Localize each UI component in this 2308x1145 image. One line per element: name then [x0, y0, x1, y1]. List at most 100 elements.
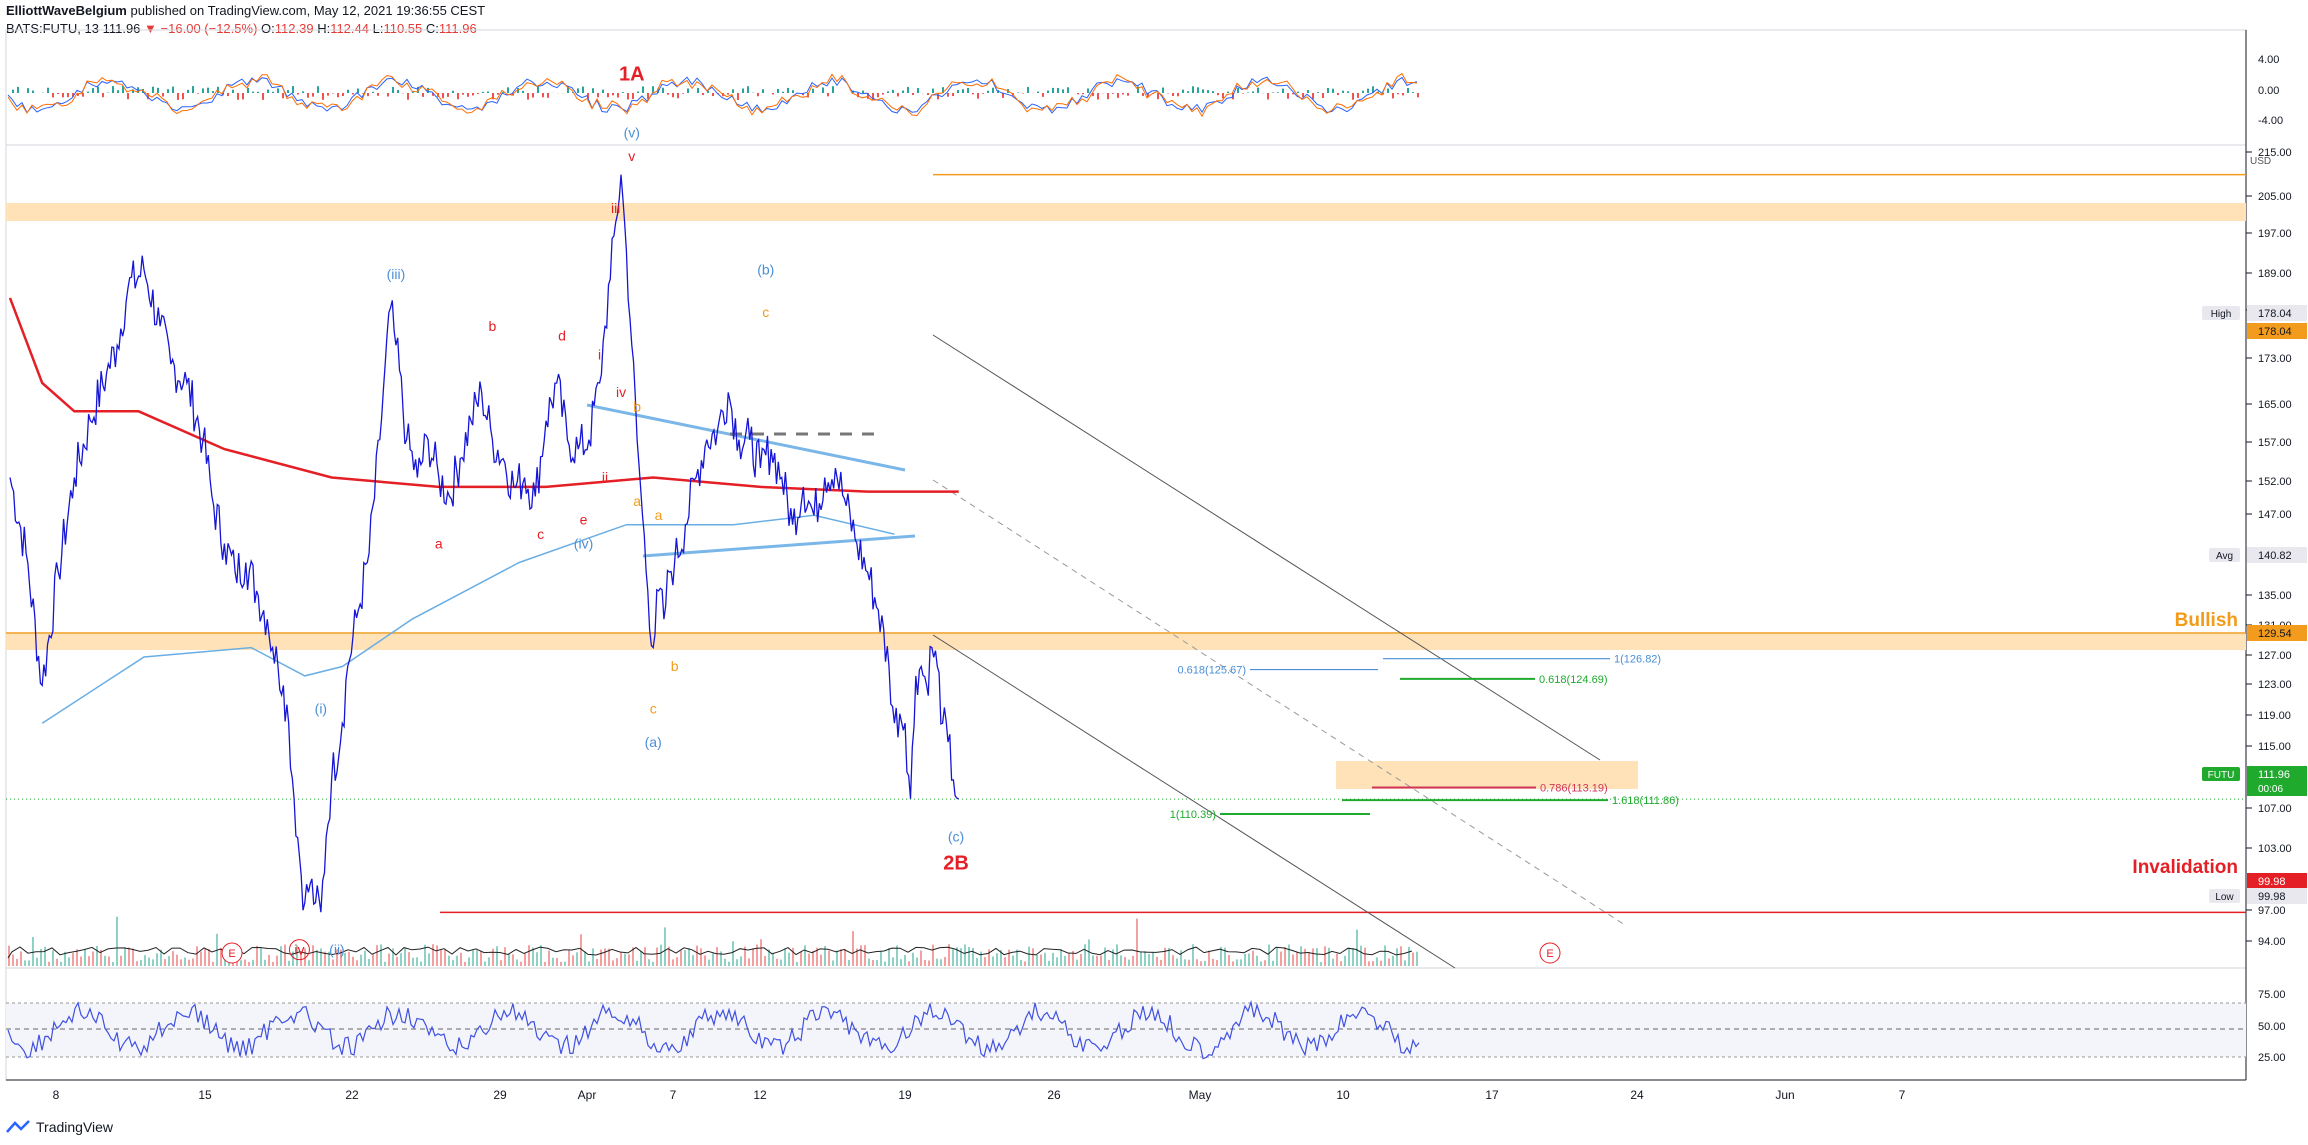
volume-bar: [684, 950, 686, 966]
macd-histogram-bar: [477, 93, 479, 94]
badge-label: Avg: [2216, 551, 2233, 562]
macd-histogram-bar: [1182, 89, 1184, 93]
trading-chart[interactable]: 1A(v)viiiiivii(iii)bdace(iv)(i)(ii)ivbaa…: [0, 0, 2308, 1145]
macd-histogram-bar: [1357, 93, 1359, 98]
volume-bar: [1108, 959, 1110, 966]
volume-bar: [520, 961, 522, 966]
volume-bar: [48, 961, 50, 966]
volume-bar: [888, 948, 890, 966]
bullish-zone: [6, 634, 2246, 650]
macd-histogram-bar: [1172, 93, 1174, 97]
volume-bar: [36, 957, 38, 966]
time-axis[interactable]: 8 15 22 29 Apr 7 12 19 26 May 10 17 24 Jun 7: [53, 1088, 1906, 1102]
volume-bar: [404, 948, 406, 966]
volume-bar: [432, 944, 434, 966]
macd-histogram-bar: [682, 93, 684, 94]
wave-label: iv: [616, 384, 626, 400]
volume-bar: [496, 946, 498, 966]
volume-bar: [656, 947, 658, 966]
volume-bar: [848, 959, 850, 966]
volume-bar: [1216, 960, 1218, 966]
volume-bar: [1144, 951, 1146, 966]
volume-bar: [44, 946, 46, 966]
volume-bar: [128, 947, 130, 966]
macd-histogram-bar: [207, 87, 209, 93]
y-tick-label: 94.00: [2258, 936, 2286, 948]
macd-histogram-bar: [777, 88, 779, 93]
macd-histogram-bar: [182, 93, 184, 100]
volume-bar: [952, 949, 954, 966]
event-markers: EE: [221, 942, 1561, 964]
macd-histogram-bar: [697, 87, 699, 93]
volume-bar: [680, 950, 682, 966]
macd-histogram-bar: [422, 93, 424, 97]
volume-bar: [996, 953, 998, 966]
wave-label: b: [671, 658, 679, 674]
volume-bar: [1056, 957, 1058, 966]
macd-histogram-bar: [1302, 93, 1304, 98]
triangle-upper-line[interactable]: [586, 403, 906, 472]
macd-histogram-bar: [112, 86, 114, 93]
volume-bar: [696, 945, 698, 966]
volume-bar: [1128, 959, 1130, 966]
tradingview-brand[interactable]: TradingView: [36, 1119, 113, 1135]
volume-bar: [528, 945, 530, 966]
macd-histogram-bar: [372, 91, 374, 93]
macd-histogram-bar: [272, 91, 274, 93]
volume-bar: [1268, 944, 1270, 966]
fib-levels: 1(200.46)1(126.82)0.618(125.67)0.618(124…: [1170, 654, 1679, 821]
volume-bar: [1248, 953, 1250, 966]
macd-histogram-bar: [247, 87, 249, 93]
volume-bar: [1352, 948, 1354, 966]
volume-bar: [740, 956, 742, 966]
volume-bar: [548, 950, 550, 966]
macd-histogram-bar: [902, 90, 904, 93]
volume-bar: [1416, 951, 1418, 966]
macd-histogram-bar: [1067, 87, 1069, 93]
badge-value: 178.04: [2258, 308, 2292, 320]
macd-histogram-bar: [277, 88, 279, 93]
badge-label: Low: [2215, 892, 2234, 903]
volume-bar: [588, 961, 590, 966]
macd-tick-label: -4.00: [2258, 115, 2283, 127]
volume-bar: [136, 961, 138, 966]
macd-histogram-bar: [987, 90, 989, 93]
volume-bar: [600, 949, 602, 966]
macd-histogram-bar: [832, 86, 834, 93]
volume-bar: [880, 951, 882, 966]
channel-upper-line[interactable]: [932, 334, 1601, 761]
volume-bar: [1280, 951, 1282, 966]
y-tick-label: 97.00: [2258, 905, 2286, 917]
macd-histogram-bar: [467, 93, 469, 97]
macd-histogram-bar: [742, 88, 744, 93]
volume-bar: [780, 959, 782, 966]
macd-histogram-bar: [227, 93, 229, 97]
volume-bar: [1264, 960, 1266, 966]
wave-label: a: [655, 507, 663, 523]
volume-bar: [1324, 946, 1326, 966]
channel-lower-line[interactable]: [932, 634, 1456, 969]
macd-histogram-bar: [1247, 92, 1249, 93]
trend-channel: [586, 334, 1626, 969]
volume-bar: [112, 961, 114, 966]
macd-histogram-bar: [1322, 93, 1324, 99]
volume-bar: [1308, 952, 1310, 966]
macd-histogram-bar: [917, 88, 919, 93]
macd-histogram-bar: [1297, 91, 1299, 93]
macd-histogram-bar: [702, 93, 704, 96]
macd-histogram-bar: [392, 86, 394, 93]
macd-histogram-bar: [1187, 91, 1189, 93]
macd-histogram-bar: [257, 91, 259, 93]
wave-label: 1A: [619, 64, 645, 86]
channel-mid-line[interactable]: [932, 479, 1626, 926]
volume-bar: [124, 947, 126, 966]
macd-histogram-bar: [862, 90, 864, 93]
volume-bar: [1100, 955, 1102, 966]
volume-bar: [16, 958, 18, 966]
volume-bar: [1136, 918, 1138, 966]
macd-histogram-bar: [957, 90, 959, 93]
volume-bar: [1116, 944, 1118, 966]
macd-histogram-bar: [947, 93, 949, 97]
y-tick-label: 173.00: [2258, 353, 2292, 365]
macd-pane: [5, 29, 2247, 146]
